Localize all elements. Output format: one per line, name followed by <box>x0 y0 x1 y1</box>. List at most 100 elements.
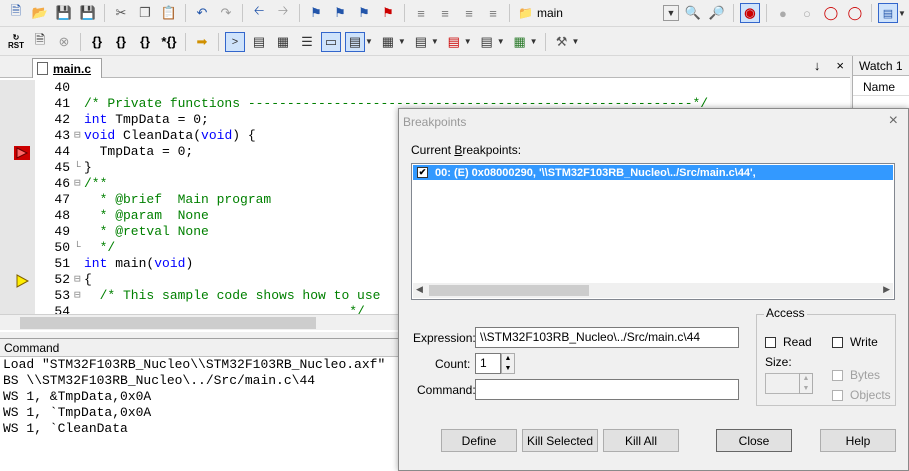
write-checkbox[interactable] <box>832 336 843 348</box>
code-line[interactable]: 44 TmpData = 0; <box>38 144 193 160</box>
code-line[interactable]: 43 ⊟ void CleanData(void) { <box>38 128 255 144</box>
scrollbar-thumb[interactable] <box>429 285 589 296</box>
insert-breakpoint-icon[interactable]: ● <box>773 3 793 23</box>
step-over-icon[interactable]: {} <box>111 32 131 52</box>
code-line[interactable]: 48 * @param None <box>38 208 208 224</box>
trace-window-icon[interactable]: ▤ <box>477 32 497 52</box>
serial-dropdown-icon[interactable]: ▼ <box>431 37 439 46</box>
run-icon[interactable]: 🗎 <box>30 32 50 52</box>
fold-marker-icon[interactable] <box>74 144 84 160</box>
call-stack-icon[interactable]: ▭ <box>321 31 341 52</box>
find-icon[interactable]: 🔎 <box>707 3 727 23</box>
indent-icon[interactable]: ≡ <box>411 3 431 23</box>
code-line[interactable]: 54 */ <box>38 304 364 314</box>
step-into-icon[interactable]: {} <box>87 32 107 52</box>
read-option[interactable]: Read <box>765 335 812 349</box>
scrollbar-thumb[interactable] <box>20 317 316 329</box>
scroll-right-icon[interactable]: ▶ <box>883 284 890 295</box>
unindent-icon[interactable]: ≡ <box>435 3 455 23</box>
analysis-window-icon[interactable]: ▤ <box>444 32 464 52</box>
fold-marker-icon[interactable]: ⊟ <box>74 272 84 288</box>
stop-icon[interactable]: ⊗ <box>54 32 74 52</box>
system-viewer-icon[interactable]: ▦ <box>510 32 530 52</box>
copy-icon[interactable]: ❐ <box>135 3 155 23</box>
watch-column-name[interactable]: Name <box>853 76 909 96</box>
fold-marker-icon[interactable] <box>74 112 84 128</box>
undo-icon[interactable]: ↶ <box>192 3 212 23</box>
code-line[interactable]: 45 └} <box>38 160 91 176</box>
code-line[interactable]: 42 int TmpData = 0; <box>38 112 208 128</box>
code-line[interactable]: 47 * @brief Main program <box>38 192 271 208</box>
window-icon[interactable]: ▤ <box>877 3 898 23</box>
fold-marker-icon[interactable] <box>74 304 84 314</box>
save-icon[interactable]: 💾 <box>54 3 74 23</box>
toolbox-icon[interactable]: ⚒ <box>552 32 572 52</box>
help-button[interactable]: Help <box>820 429 896 452</box>
kill-all-button[interactable]: Kill All <box>603 429 679 452</box>
bookmark-icon[interactable]: ⚑ <box>306 3 326 23</box>
breakpoint-enable-checkbox[interactable]: ✔ <box>417 167 428 178</box>
trace-dropdown-icon[interactable]: ▼ <box>497 37 505 46</box>
paste-icon[interactable]: 📋 <box>159 3 179 23</box>
code-line[interactable]: 53 ⊟ /* This sample code shows how to use <box>38 288 380 304</box>
fold-marker-icon[interactable] <box>74 256 84 272</box>
count-spinner[interactable]: ▲ ▼ <box>501 353 515 374</box>
watch-window-icon[interactable]: ▤ <box>345 31 365 52</box>
kill-all-breakpoints-icon[interactable]: ◯ <box>845 3 865 23</box>
pin-icon[interactable]: ↓ <box>814 58 821 73</box>
fold-marker-icon[interactable]: └ <box>74 240 84 256</box>
fold-marker-icon[interactable]: └ <box>74 160 84 176</box>
breakpoint-list-item[interactable]: ✔ 00: (E) 0x08000290, '\\STM32F103RB_Nuc… <box>413 165 893 180</box>
fold-marker-icon[interactable] <box>74 80 84 96</box>
system-viewer-dropdown-icon[interactable]: ▼ <box>530 37 538 46</box>
nav-back-icon[interactable]: 🡠 <box>249 3 269 23</box>
tab-main-c[interactable]: main.c <box>32 58 102 78</box>
list-horizontal-scrollbar[interactable]: ◀ ▶ <box>413 283 893 298</box>
fold-marker-icon[interactable] <box>74 208 84 224</box>
define-button[interactable]: Define <box>441 429 517 452</box>
fold-marker-icon[interactable]: ⊟ <box>74 176 84 192</box>
code-line[interactable]: 49 * @retval None <box>38 224 208 240</box>
fold-marker-icon[interactable] <box>74 192 84 208</box>
code-line[interactable]: 40 <box>38 80 84 96</box>
serial-window-icon[interactable]: ▤ <box>411 32 431 52</box>
code-line[interactable]: 51 int main(void) <box>38 256 193 272</box>
debug-session-icon[interactable]: ◉ <box>739 3 760 23</box>
code-line[interactable]: 50 └ */ <box>38 240 115 256</box>
command-input[interactable] <box>475 379 739 400</box>
spin-up-icon[interactable]: ▲ <box>505 355 512 362</box>
uncomment-icon[interactable]: ≡ <box>483 3 503 23</box>
disable-all-breakpoints-icon[interactable]: ◯ <box>821 3 841 23</box>
save-all-icon[interactable]: 💾 <box>78 3 98 23</box>
fold-marker-icon[interactable] <box>74 96 84 112</box>
disassembly-window-icon[interactable]: ▤ <box>249 32 269 52</box>
code-line[interactable]: 52 ⊟{ <box>38 272 91 288</box>
breakpoints-list[interactable]: ✔ 00: (E) 0x08000290, '\\STM32F103RB_Nuc… <box>411 163 895 300</box>
analysis-dropdown-icon[interactable]: ▼ <box>464 37 472 46</box>
fold-marker-icon[interactable]: ⊟ <box>74 128 84 144</box>
comment-icon[interactable]: ≡ <box>459 3 479 23</box>
close-button[interactable]: Close <box>716 429 792 452</box>
show-next-statement-icon[interactable]: ➡ <box>192 32 212 52</box>
scroll-left-icon[interactable]: ◀ <box>416 284 423 295</box>
target-selector[interactable]: 📁 main <box>514 3 661 23</box>
reset-icon[interactable]: ↻ RST <box>6 32 26 52</box>
read-checkbox[interactable] <box>765 336 776 348</box>
new-file-icon[interactable]: 🗎 <box>6 3 26 23</box>
dropdown-arrow-icon[interactable]: ▼ <box>662 5 679 21</box>
clear-bookmarks-icon[interactable]: ⚑ <box>378 3 398 23</box>
next-bookmark-icon[interactable]: ⚑ <box>354 3 374 23</box>
memory-dropdown-icon[interactable]: ▼ <box>398 37 406 46</box>
step-out-icon[interactable]: {} <box>135 32 155 52</box>
fold-marker-icon[interactable] <box>74 224 84 240</box>
kill-selected-button[interactable]: Kill Selected <box>522 429 598 452</box>
cut-icon[interactable]: ✂ <box>111 3 131 23</box>
breakpoint-gutter[interactable] <box>0 80 35 314</box>
enable-breakpoint-icon[interactable]: ○ <box>797 3 817 23</box>
command-window-icon[interactable]: > <box>225 31 245 52</box>
run-to-cursor-icon[interactable]: *{} <box>159 32 179 52</box>
code-line[interactable]: 46 ⊟/** <box>38 176 107 192</box>
open-file-icon[interactable]: 📂 <box>30 3 50 23</box>
fold-marker-icon[interactable]: ⊟ <box>74 288 84 304</box>
dialog-close-icon[interactable]: × <box>889 112 898 130</box>
